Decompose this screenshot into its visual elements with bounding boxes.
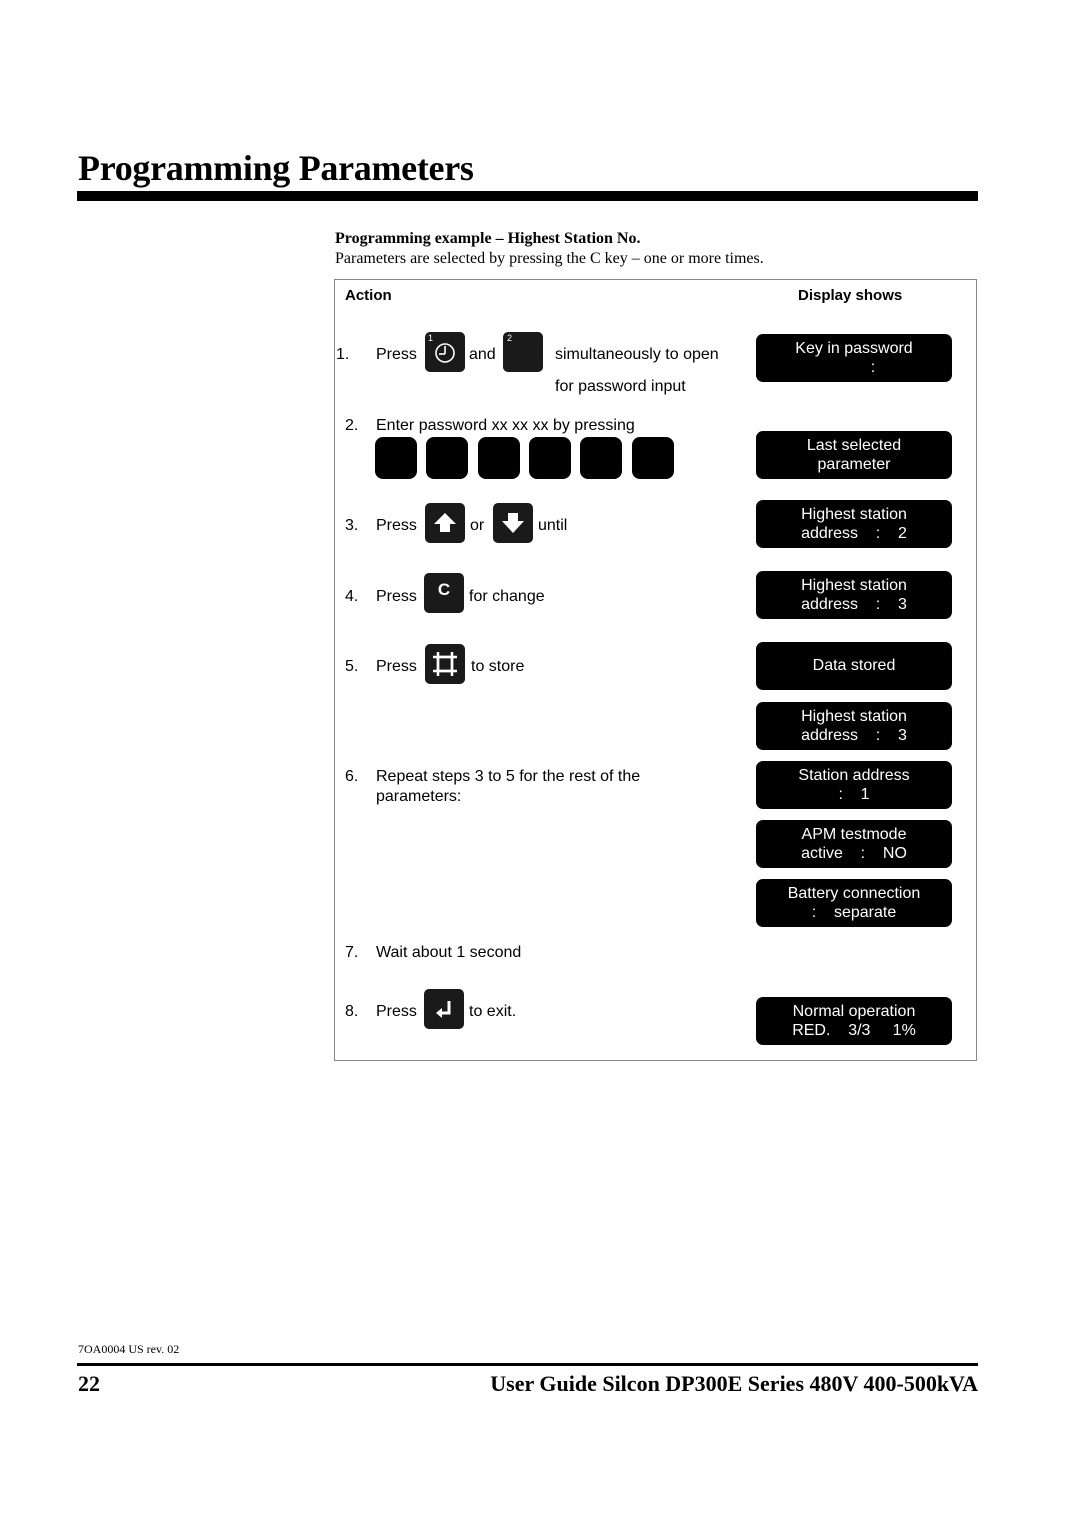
display-apm-testmode: APM testmode active : NO <box>756 820 952 868</box>
step-text: Enter password xx xx xx by pressing <box>376 417 635 434</box>
step-text: to exit. <box>469 1003 517 1020</box>
section-intro: Parameters are selected by pressing the … <box>335 250 764 267</box>
display-line-2: active : NO <box>801 845 907 862</box>
display-line-1: Highest station <box>801 505 907 523</box>
display-line-2: address : 3 <box>801 727 907 744</box>
step-text: Wait about 1 second <box>376 944 522 961</box>
up-key <box>425 503 465 543</box>
key-2: 2 <box>503 332 543 372</box>
display-line-2: : separate <box>811 904 897 921</box>
down-key <box>493 503 533 543</box>
step-number: 4. <box>345 588 359 605</box>
display-line-1: Highest station <box>801 707 907 725</box>
step-text: simultaneously to open <box>555 346 719 363</box>
display-line-1: Station address <box>798 766 910 784</box>
step-text: until <box>538 517 568 534</box>
store-icon <box>433 652 457 676</box>
step-text: to store <box>471 658 525 675</box>
display-line-2: RED. 3/3 1% <box>792 1022 916 1039</box>
step-text: Repeat steps 3 to 5 for the rest of the <box>376 768 641 785</box>
step-number: 5. <box>345 658 359 675</box>
key-number: 2 <box>507 333 513 343</box>
arrow-down-icon <box>502 513 524 533</box>
display-key-in-password: Key in password : <box>756 334 952 382</box>
step-number: 3. <box>345 517 359 534</box>
display-highest-station-3b: Highest station address : 3 <box>756 702 952 750</box>
display-line-1: Highest station <box>801 576 907 594</box>
password-key-1 <box>375 437 417 479</box>
step-text-cont: for password input <box>555 378 686 395</box>
enter-icon <box>436 1001 451 1018</box>
clock-key: 1 <box>425 332 465 372</box>
step-text-cont: parameters: <box>376 788 462 805</box>
step-number: 1. <box>336 346 350 363</box>
step-or-text: or <box>470 517 485 534</box>
password-key-4 <box>529 437 571 479</box>
display-highest-station-3: Highest station address : 3 <box>756 571 952 619</box>
page-number: 22 <box>78 1371 100 1396</box>
section-heading: Programming example – Highest Station No… <box>335 230 641 247</box>
clock-icon <box>435 343 455 363</box>
step-text: for change <box>469 588 545 605</box>
display-line-1: APM testmode <box>801 825 907 843</box>
password-key-3 <box>478 437 520 479</box>
step-number: 8. <box>345 1003 359 1020</box>
display-line-1: Battery connection <box>787 884 921 902</box>
step-and-text: and <box>469 346 496 363</box>
display-station-address: Station address : 1 <box>756 761 952 809</box>
step-number: 7. <box>345 944 359 961</box>
c-key: C <box>424 573 464 613</box>
step-press-text: Press <box>376 1003 417 1020</box>
store-key <box>425 644 465 684</box>
arrow-up-icon <box>434 513 456 532</box>
display-data-stored: Data stored <box>756 642 952 690</box>
column-header-action: Action <box>345 287 392 304</box>
display-line-2: : <box>870 359 876 376</box>
step-number: 2. <box>345 417 359 434</box>
display-line-1: Last selected <box>806 436 902 454</box>
step-press-text: Press <box>376 346 417 363</box>
step-press-text: Press <box>376 517 417 534</box>
enter-key <box>424 989 464 1029</box>
password-key-2 <box>426 437 468 479</box>
step-press-text: Press <box>376 658 417 675</box>
display-highest-station-2: Highest station address : 2 <box>756 500 952 548</box>
guide-title: User Guide Silcon DP300E Series 480V 400… <box>490 1371 978 1396</box>
display-last-selected: Last selected parameter <box>756 431 952 479</box>
title-rule <box>77 191 978 201</box>
display-line-1: Key in password <box>795 339 913 357</box>
footer-rule <box>77 1363 978 1366</box>
c-key-label: C <box>437 580 451 599</box>
display-normal-operation: Normal operation RED. 3/3 1% <box>756 997 952 1045</box>
password-key-6 <box>632 437 674 479</box>
display-line-2: parameter <box>817 456 891 473</box>
password-key-5 <box>580 437 622 479</box>
display-line-2: : 1 <box>838 786 870 803</box>
document-code: 7OA0004 US rev. 02 <box>78 1342 180 1356</box>
display-line-2: address : 3 <box>801 596 907 613</box>
display-line-2: address : 2 <box>801 525 907 542</box>
column-header-display: Display shows <box>798 287 903 304</box>
page-title: Programming Parameters <box>78 148 474 188</box>
display-battery-connection: Battery connection : separate <box>756 879 952 927</box>
step-number: 6. <box>345 768 359 785</box>
step-press-text: Press <box>376 588 417 605</box>
display-line-1: Normal operation <box>792 1002 916 1020</box>
display-line-1: Data stored <box>812 657 896 675</box>
key-number: 1 <box>428 333 434 343</box>
